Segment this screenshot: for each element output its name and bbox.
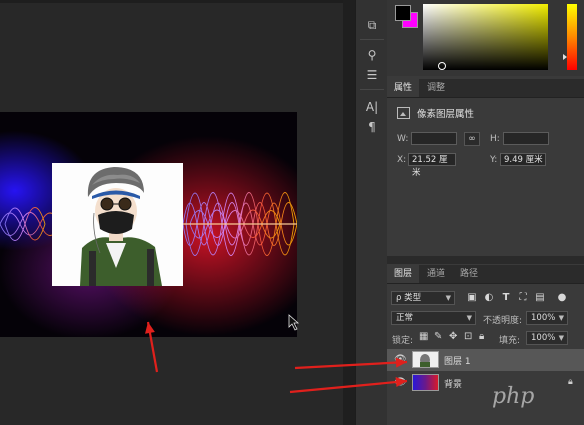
character-panel-icon[interactable]: A|	[363, 99, 381, 115]
lock-all-icon[interactable]: 🔒︎	[479, 331, 484, 342]
adjustment-filter-icon[interactable]: ◐	[483, 292, 495, 304]
y-position-field[interactable]: 9.49 厘米	[500, 153, 546, 166]
chevron-down-icon: ▼	[558, 334, 564, 342]
lock-transparent-pixels-icon[interactable]: ▦	[419, 331, 428, 342]
brush-settings-icon[interactable]: ⚲	[363, 47, 381, 63]
fill-label: 填充:	[499, 336, 521, 346]
lock-artboard-icon[interactable]: ⊡	[464, 331, 472, 342]
chevron-down-icon: ▼	[445, 294, 451, 302]
pixel-layer-icon	[397, 107, 410, 119]
layer-name[interactable]: 背景	[444, 377, 462, 390]
lock-position-icon[interactable]: ✥	[449, 331, 457, 342]
document-image[interactable]	[0, 112, 297, 337]
chevron-down-icon: ▼	[466, 314, 472, 322]
hue-slider-marker[interactable]	[563, 54, 567, 60]
pixel-filter-icon[interactable]: ▣	[466, 292, 478, 304]
layer-thumbnail	[412, 374, 439, 391]
shape-filter-icon[interactable]: ⛶	[517, 292, 529, 304]
tab-layers[interactable]: 图层	[387, 265, 420, 283]
type-filter-icon[interactable]: T	[500, 292, 512, 304]
layer-row-background[interactable]: 👁︎ 背景 🔒︎	[387, 372, 584, 394]
fill-field[interactable]: 100% ▼	[526, 331, 568, 345]
x-label: X:	[397, 155, 407, 165]
height-label: H:	[490, 134, 500, 144]
tab-paths[interactable]: 路径	[453, 265, 485, 283]
hue-slider[interactable]	[567, 4, 577, 70]
opacity-label: 不透明度:	[483, 316, 523, 326]
opacity-field[interactable]: 100% ▼	[526, 311, 568, 325]
x-position-field[interactable]: 21.52 厘米	[408, 153, 456, 178]
filter-toggle-icon[interactable]: ●	[556, 292, 568, 304]
properties-title: 像素图层属性	[417, 109, 475, 120]
layer-filter-label: ρ 类型	[396, 293, 422, 303]
height-field[interactable]	[503, 132, 549, 145]
paragraph-panel-icon[interactable]: ¶	[363, 119, 381, 135]
opacity-value: 100%	[531, 313, 556, 323]
tool-separator	[360, 89, 384, 90]
link-icon[interactable]: ∞	[464, 132, 480, 146]
right-panels: 属性 调整 像素图层属性 W: ∞ H: X: 21.52 厘米 Y: 9.49…	[387, 0, 584, 425]
chevron-down-icon: ▼	[558, 314, 564, 322]
smart-object-filter-icon[interactable]: ▤	[534, 292, 546, 304]
y-label: Y:	[490, 155, 498, 165]
fill-value: 100%	[531, 333, 556, 343]
layer-1-photo[interactable]	[52, 163, 183, 286]
lock-image-pixels-icon[interactable]: ✎	[434, 331, 442, 342]
properties-header: 像素图层属性	[387, 100, 584, 124]
layer-thumbnail	[412, 351, 439, 368]
eye-icon[interactable]: 👁︎	[394, 377, 407, 389]
layer-name[interactable]: 图层 1	[444, 354, 471, 367]
layers-tab-bar: 图层 通道 路径	[387, 265, 584, 284]
layer-row-layer-1[interactable]: 👁︎ 图层 1	[387, 349, 584, 371]
person-illustration	[80, 167, 162, 286]
tab-channels[interactable]: 通道	[420, 265, 452, 283]
canvas-top-edge	[0, 0, 343, 3]
width-label: W:	[397, 134, 409, 144]
tool-separator	[360, 39, 384, 40]
blend-mode-dropdown[interactable]: 正常 ▼	[391, 311, 476, 325]
layer-filter-dropdown[interactable]: ρ 类型 ▼	[391, 291, 455, 305]
history-icon[interactable]: ⧉	[363, 17, 381, 33]
foreground-color-swatch[interactable]	[395, 5, 411, 21]
tab-properties[interactable]: 属性	[387, 79, 420, 97]
lock-icon: 🔒︎	[568, 377, 573, 387]
collapsed-panel-column: ⧉ ⚲ ☰ A| ¶	[355, 0, 387, 425]
eye-icon[interactable]: 👁︎	[394, 354, 407, 366]
layer-thumbnail-image	[420, 354, 430, 367]
properties-tab-bar: 属性 调整	[387, 79, 584, 98]
lock-label: 锁定:	[392, 336, 414, 346]
tab-adjustments[interactable]: 调整	[420, 79, 452, 97]
color-saturation-field[interactable]	[423, 4, 548, 70]
panel-divider	[387, 256, 584, 264]
adjustment-sliders-icon[interactable]: ☰	[363, 67, 381, 83]
watermark: php	[492, 384, 535, 409]
width-field[interactable]	[411, 132, 457, 145]
panel-dock-gutter	[343, 0, 355, 425]
blend-mode-value: 正常	[396, 313, 414, 323]
color-picker-ring[interactable]	[438, 62, 446, 70]
color-panel	[387, 0, 584, 76]
